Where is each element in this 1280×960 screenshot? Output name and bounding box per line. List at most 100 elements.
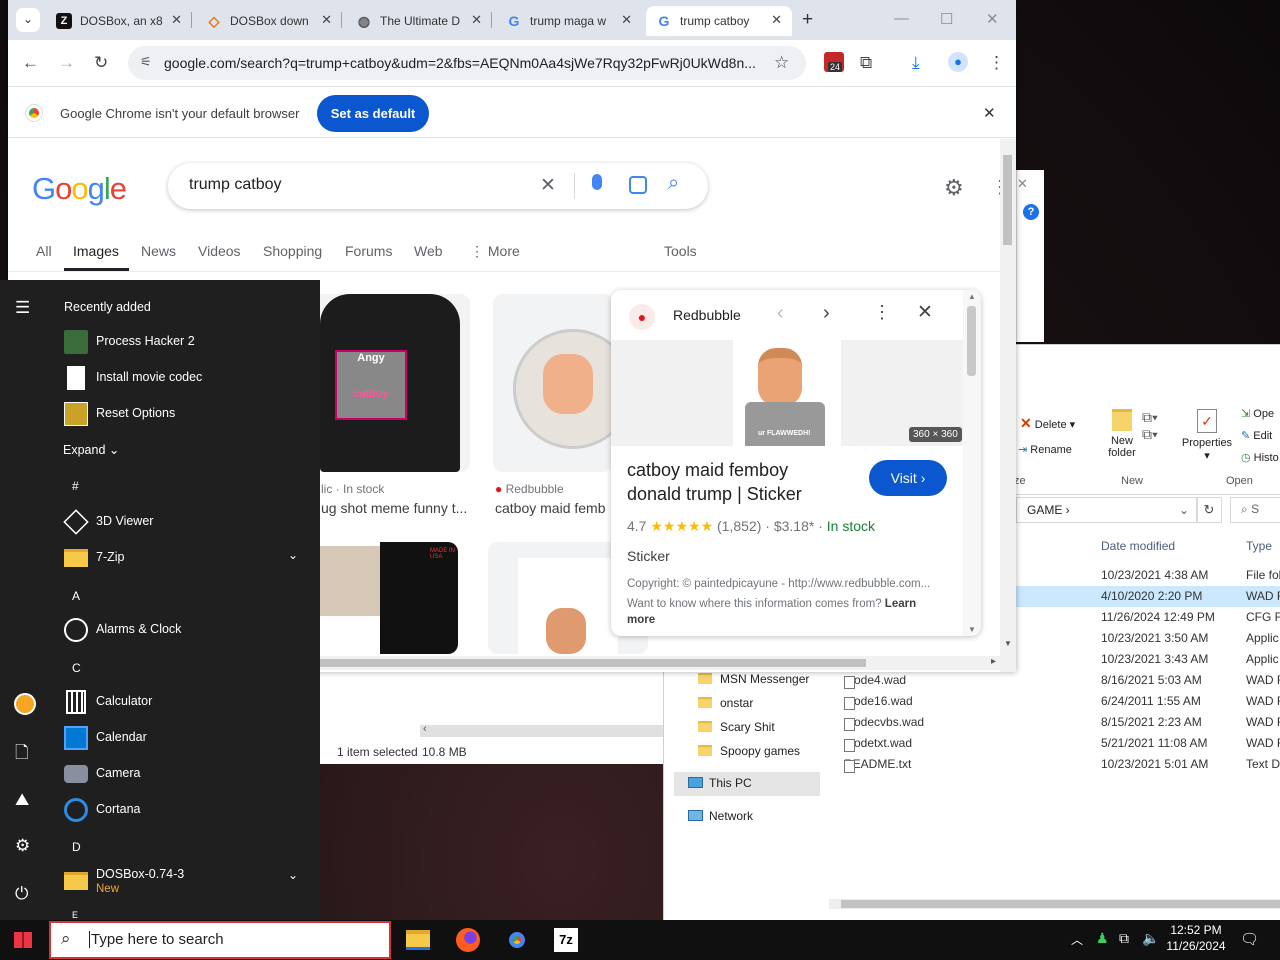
nav-item-scary[interactable]: Scary Shit <box>698 720 775 734</box>
download-icon[interactable]: ⤓ <box>912 53 920 73</box>
camera-lens-icon[interactable] <box>629 176 647 194</box>
back-icon[interactable]: ← <box>22 53 39 73</box>
column-header-date[interactable]: Date modified <box>1101 539 1175 553</box>
power-icon[interactable]: ⏻ <box>15 884 28 904</box>
learn-more-link[interactable]: more <box>627 614 655 626</box>
file-row[interactable]: mode16.wad6/24/2011 1:55 AMWAD F <box>664 691 1280 712</box>
documents-icon[interactable]: 🗋 <box>15 740 29 769</box>
tab-dosbox-download[interactable]: ◇ DOSBox down ✕ <box>196 6 342 36</box>
app-calendar[interactable]: Calendar <box>64 720 310 756</box>
app-dosbox-folder[interactable]: DOSBox-0.74-3 New ⌄ <box>64 862 310 902</box>
tab-search-icon[interactable]: ⌄ <box>16 8 40 32</box>
search-input[interactable]: trump catboy <box>189 176 281 194</box>
settings-gear-icon[interactable]: ⚙ <box>944 175 964 201</box>
history-button[interactable]: ◷ Histo <box>1241 451 1279 464</box>
reload-icon[interactable]: ↻ <box>94 53 108 73</box>
result-image-tshirt[interactable]: MADE IN USA <box>310 542 458 654</box>
page-vertical-scrollbar[interactable]: ▼ <box>1000 139 1016 672</box>
chrome-taskbar-icon[interactable] <box>505 928 529 952</box>
nav-item-network[interactable]: Network <box>688 809 753 823</box>
taskbar-search-box[interactable]: ⌕ Type here to search <box>49 921 391 959</box>
rename-button[interactable]: ⇥ Rename <box>1018 443 1072 456</box>
scroll-left-icon[interactable]: ‹ <box>423 723 427 735</box>
new-item-icon[interactable]: ⧉▾ ⧉▾ <box>1142 409 1158 443</box>
nav-item-spoopy-games[interactable]: Spoopy games <box>698 744 800 758</box>
volume-icon[interactable]: 🔈 <box>1142 930 1159 947</box>
more-menu-icon[interactable]: ⋮ <box>988 53 1005 73</box>
help-icon[interactable]: ? <box>1023 204 1039 220</box>
site-info-icon[interactable]: ⚟ <box>140 54 152 70</box>
scrollbar-thumb[interactable] <box>308 659 866 667</box>
bookmark-star-icon[interactable]: ☆ <box>774 53 789 73</box>
close-icon[interactable]: ✕ <box>917 301 933 324</box>
explorer-address-bar[interactable]: GAME › ⌄ <box>1016 497 1198 523</box>
pictures-icon[interactable]: ⛰ <box>15 790 29 810</box>
address-bar[interactable]: ⚟ google.com/search?q=trump+catboy&udm=2… <box>128 46 806 80</box>
app-install-movie-codec[interactable]: Install movie codec <box>64 360 310 396</box>
app-camera[interactable]: Camera <box>64 756 310 792</box>
expand-button[interactable]: Expand ⌄ <box>63 442 119 457</box>
tab-videos[interactable]: Videos <box>198 243 241 259</box>
result-image-sticker[interactable] <box>493 294 613 472</box>
tab-forums[interactable]: Forums <box>345 243 392 259</box>
app-7zip-folder[interactable]: 7-Zip ⌄ <box>64 540 310 576</box>
7zip-taskbar-icon[interactable]: 7z <box>554 928 578 952</box>
tab-trump-maga[interactable]: G trump maga w ✕ <box>496 6 642 36</box>
close-icon[interactable]: ✕ <box>471 12 482 28</box>
tab-news[interactable]: News <box>141 243 176 259</box>
app-alarms-clock[interactable]: Alarms & Clock <box>64 612 310 648</box>
close-icon[interactable]: ✕ <box>1017 176 1028 192</box>
extensions-puzzle-icon[interactable]: ⧉ <box>860 53 872 73</box>
window-close-icon[interactable]: ✕ <box>986 10 999 28</box>
hamburger-menu-icon[interactable]: ☰ <box>15 298 30 318</box>
google-logo[interactable]: Google <box>32 171 127 207</box>
chevron-down-icon[interactable]: ⌄ <box>1179 503 1189 517</box>
close-icon[interactable]: ✕ <box>621 12 632 28</box>
minimize-icon[interactable]: — <box>894 10 909 27</box>
page-horizontal-scrollbar[interactable]: ▸ <box>308 656 1000 670</box>
close-icon[interactable]: ✕ <box>771 12 782 28</box>
explorer-search-box[interactable]: ⌕ S <box>1230 497 1280 523</box>
tab-dosbox[interactable]: Z DOSBox, an x8 ✕ <box>46 6 192 36</box>
forward-icon[interactable]: → <box>58 53 75 73</box>
app-calculator[interactable]: Calculator <box>64 684 310 720</box>
app-3d-viewer[interactable]: 3D Viewer <box>63 504 310 540</box>
close-icon[interactable]: ✕ <box>983 104 996 122</box>
detail-image[interactable]: ur FLAWWEDH! 360 × 360 <box>611 340 963 446</box>
mic-icon[interactable] <box>592 174 602 190</box>
letter-header[interactable]: C <box>72 661 81 675</box>
file-explorer-taskbar-icon[interactable] <box>406 930 430 950</box>
user-avatar[interactable] <box>14 693 36 715</box>
tab-ultimate[interactable]: ◍ The Ultimate D ✕ <box>346 6 492 36</box>
letter-header[interactable]: A <box>72 589 80 603</box>
tab-more[interactable]: ⋮ More <box>470 243 520 260</box>
refresh-button[interactable]: ↻ <box>1196 497 1222 523</box>
open-button[interactable]: ⇲ Ope <box>1241 407 1274 420</box>
notifications-icon[interactable]: 🗨 <box>1240 930 1259 948</box>
delete-button[interactable]: ✕ Delete ▾ <box>1020 415 1075 432</box>
detail-title[interactable]: catboy maid femboy <box>627 460 788 481</box>
clock[interactable]: 12:52 PM 11/26/2024 <box>1166 923 1226 953</box>
tab-images[interactable]: Images <box>73 243 119 259</box>
tab-web[interactable]: Web <box>414 243 443 259</box>
profile-avatar-icon[interactable]: ● <box>948 52 968 72</box>
horizontal-scrollbar[interactable] <box>420 725 663 737</box>
detail-scrollbar[interactable]: ▲ ▼ <box>963 290 981 636</box>
scrollbar-thumb[interactable] <box>1003 155 1012 245</box>
letter-header[interactable]: # <box>72 479 79 493</box>
clear-icon[interactable]: ✕ <box>540 174 556 197</box>
letter-header[interactable]: D <box>72 840 81 854</box>
chevron-down-icon[interactable]: ⌄ <box>288 548 298 562</box>
network-tray-icon[interactable]: ⧉ <box>1119 930 1129 947</box>
firefox-taskbar-icon[interactable] <box>456 928 480 952</box>
scroll-right-icon[interactable]: ▸ <box>991 656 996 667</box>
search-icon[interactable]: ⌕ <box>668 172 679 195</box>
scrollbar-thumb[interactable] <box>967 306 976 376</box>
tab-tools[interactable]: Tools <box>664 243 697 259</box>
settings-gear-icon[interactable]: ⚙ <box>15 836 30 856</box>
new-tab-button[interactable]: + <box>802 9 813 31</box>
apps-icon[interactable]: ⋮ <box>991 177 1000 198</box>
nav-item-onstar[interactable]: onstar <box>698 696 753 710</box>
tab-all[interactable]: All <box>36 243 52 259</box>
horizontal-scrollbar[interactable] <box>829 899 1280 909</box>
